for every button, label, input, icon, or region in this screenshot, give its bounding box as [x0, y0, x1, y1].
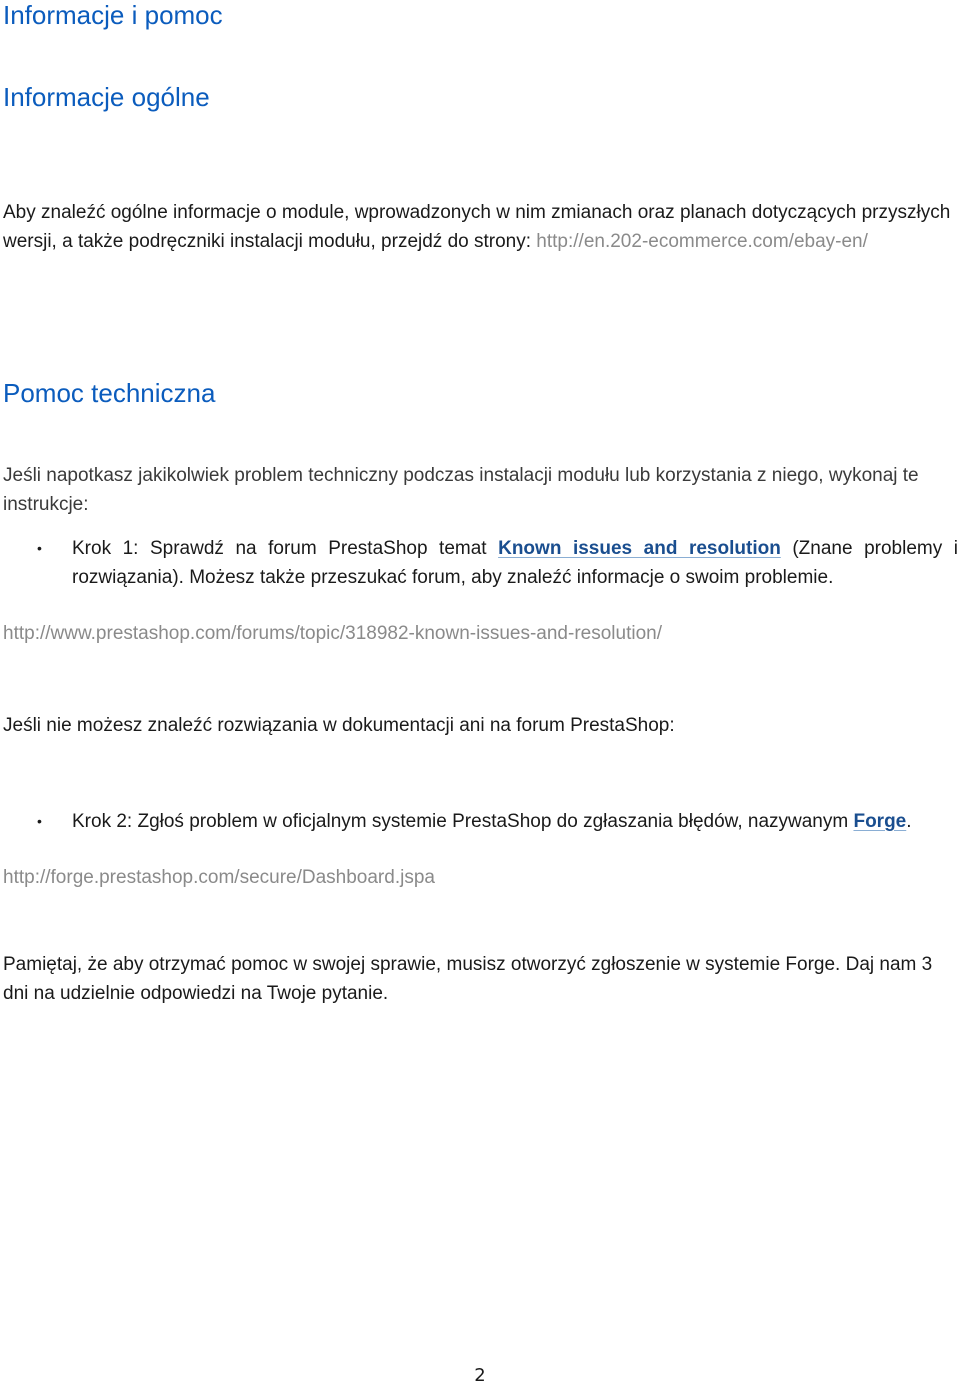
module-url[interactable]: http://en.202-ecommerce.com/ebay-en/: [536, 231, 868, 252]
forge-dashboard-url[interactable]: http://forge.prestashop.com/secure/Dashb…: [3, 863, 435, 892]
step-2-text-after: .: [906, 811, 912, 832]
page-number: 2: [474, 1365, 486, 1386]
step-2-item: • Krok 2: Zgłoś problem w oficjalnym sys…: [3, 807, 958, 836]
section-heading-support: Pomoc techniczna: [3, 378, 216, 408]
step-2-text-before: Krok 2: Zgłoś problem w oficjalnym syste…: [72, 811, 854, 832]
step-1-text-before: Krok 1: Sprawdź na forum PrestaShop tema…: [72, 538, 499, 559]
bullet-icon: •: [37, 540, 42, 556]
known-issues-link[interactable]: Known issues and resolution: [498, 538, 781, 559]
page-title: Informacje i pomoc: [3, 0, 223, 30]
forum-topic-url[interactable]: http://www.prestashop.com/forums/topic/3…: [3, 619, 662, 648]
support-intro: Jeśli napotkasz jakikolwiek problem tech…: [3, 465, 919, 515]
general-info-paragraph: Aby znaleźć ogólne informacje o module, …: [3, 198, 958, 256]
bullet-icon: •: [37, 813, 42, 829]
no-solution-text: Jeśli nie możesz znaleźć rozwiązania w d…: [3, 715, 675, 736]
step-1-item: • Krok 1: Sprawdź na forum PrestaShop te…: [3, 534, 958, 592]
reminder-paragraph: Pamiętaj, że aby otrzymać pomoc w swojej…: [3, 954, 933, 1004]
section-heading-general: Informacje ogólne: [3, 82, 210, 112]
forge-link[interactable]: Forge: [853, 811, 906, 832]
